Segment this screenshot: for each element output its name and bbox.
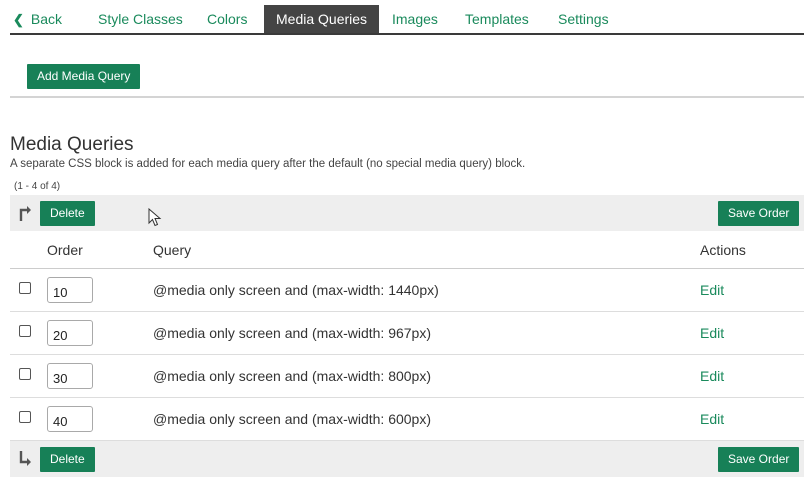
table-row: @media only screen and (max-width: 1440p… [10,269,804,312]
query-text: @media only screen and (max-width: 1440p… [153,282,439,298]
edit-link[interactable]: Edit [700,411,724,427]
tab-colors[interactable]: Colors [207,5,247,33]
order-input[interactable] [47,363,93,389]
edit-link[interactable]: Edit [700,325,724,341]
delete-button-bottom[interactable]: Delete [40,447,95,472]
tab-back-label: Back [30,11,63,27]
table-row: @media only screen and (max-width: 600px… [10,398,804,441]
arrow-turn-down-right-icon [19,451,31,466]
nav-tabs: ❮ Back Style Classes Colors Media Queries… [10,0,804,35]
mouse-cursor-icon [148,208,162,227]
tab-settings[interactable]: Settings [558,5,609,33]
arrow-turn-right-icon [19,206,31,221]
tab-style-classes[interactable]: Style Classes [98,5,183,33]
order-input[interactable] [47,277,93,303]
tab-back[interactable]: ❮ Back [13,5,62,33]
query-text: @media only screen and (max-width: 800px… [153,368,432,384]
column-header-actions: Actions [700,242,746,258]
tab-images[interactable]: Images [392,5,438,33]
table-row: @media only screen and (max-width: 800px… [10,355,804,398]
tab-media-queries[interactable]: Media Queries [264,5,380,33]
row-checkbox[interactable] [19,411,31,423]
row-checkbox[interactable] [19,368,31,380]
media-queries-table: Order Query Actions @media only screen a… [10,231,804,441]
tab-templates[interactable]: Templates [465,5,529,33]
edit-link[interactable]: Edit [700,282,724,298]
order-input[interactable] [47,320,93,346]
add-media-query-button[interactable]: Add Media Query [27,64,141,89]
save-order-button-top[interactable]: Save Order [718,201,800,226]
save-order-button-bottom[interactable]: Save Order [718,447,800,472]
row-checkbox[interactable] [19,325,31,337]
add-panel: Add Media Query [10,58,804,98]
delete-button-top[interactable]: Delete [40,201,95,226]
table-header: Order Query Actions [10,231,804,269]
page-title: Media Queries [10,134,134,155]
column-header-order[interactable]: Order [47,242,83,258]
bulk-actions-toolbar-bottom: Delete Save Order [10,441,804,477]
pagination-count: (1 - 4 of 4) [14,181,61,192]
query-text: @media only screen and (max-width: 600px… [153,411,432,427]
query-text: @media only screen and (max-width: 967px… [153,325,432,341]
column-header-query[interactable]: Query [153,242,191,258]
section-description: A separate CSS block is added for each m… [10,158,526,170]
order-input[interactable] [47,406,93,432]
row-checkbox[interactable] [19,282,31,294]
chevron-left-icon: ❮ [13,12,24,27]
edit-link[interactable]: Edit [700,368,724,384]
bulk-actions-toolbar-top: Delete Save Order [10,195,804,231]
table-row: @media only screen and (max-width: 967px… [10,312,804,355]
